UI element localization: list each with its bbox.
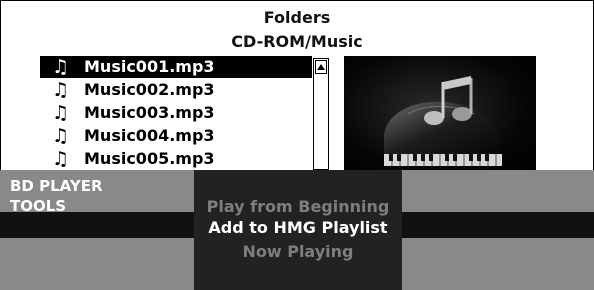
file-list-scrollbar[interactable] [313,58,329,170]
file-name: Music004.mp3 [84,126,215,145]
file-name: Music003.mp3 [84,103,215,122]
music-note-icon: ♫ [52,148,70,170]
music-note-icon: ♫ [52,125,70,147]
file-name: Music005.mp3 [84,149,215,168]
file-name: Music002.mp3 [84,80,215,99]
file-item-music001[interactable]: ♫ Music001.mp3 [40,56,312,78]
music-note-icon: ♫ [52,56,70,78]
menu-item-add-to-hmg-playlist[interactable]: Add to HMG Playlist [194,218,402,237]
tools-title: BD PLAYER TOOLS [10,177,103,215]
music-note-icon: ♫ [52,102,70,124]
file-item-music005[interactable]: ♫ Music005.mp3 [40,148,312,170]
menu-item-now-playing[interactable]: Now Playing [194,242,402,261]
file-item-music003[interactable]: ♫ Music003.mp3 [40,102,312,124]
file-name: Music001.mp3 [84,57,215,76]
grand-piano-image [384,76,502,166]
file-item-music004[interactable]: ♫ Music004.mp3 [40,125,312,147]
folder-title: Folders [263,8,331,27]
music-note-icon: ♫ [52,79,70,101]
folder-path: CD-ROM/Music [231,32,363,51]
album-art-thumbnail [344,56,536,174]
menu-item-play-from-beginning[interactable]: Play from Beginning [194,197,402,216]
file-list: ♫ Music001.mp3 ♫ Music002.mp3 ♫ Music003… [40,56,330,172]
file-item-music002[interactable]: ♫ Music002.mp3 [40,79,312,101]
scroll-up-arrow-icon[interactable] [315,60,327,74]
